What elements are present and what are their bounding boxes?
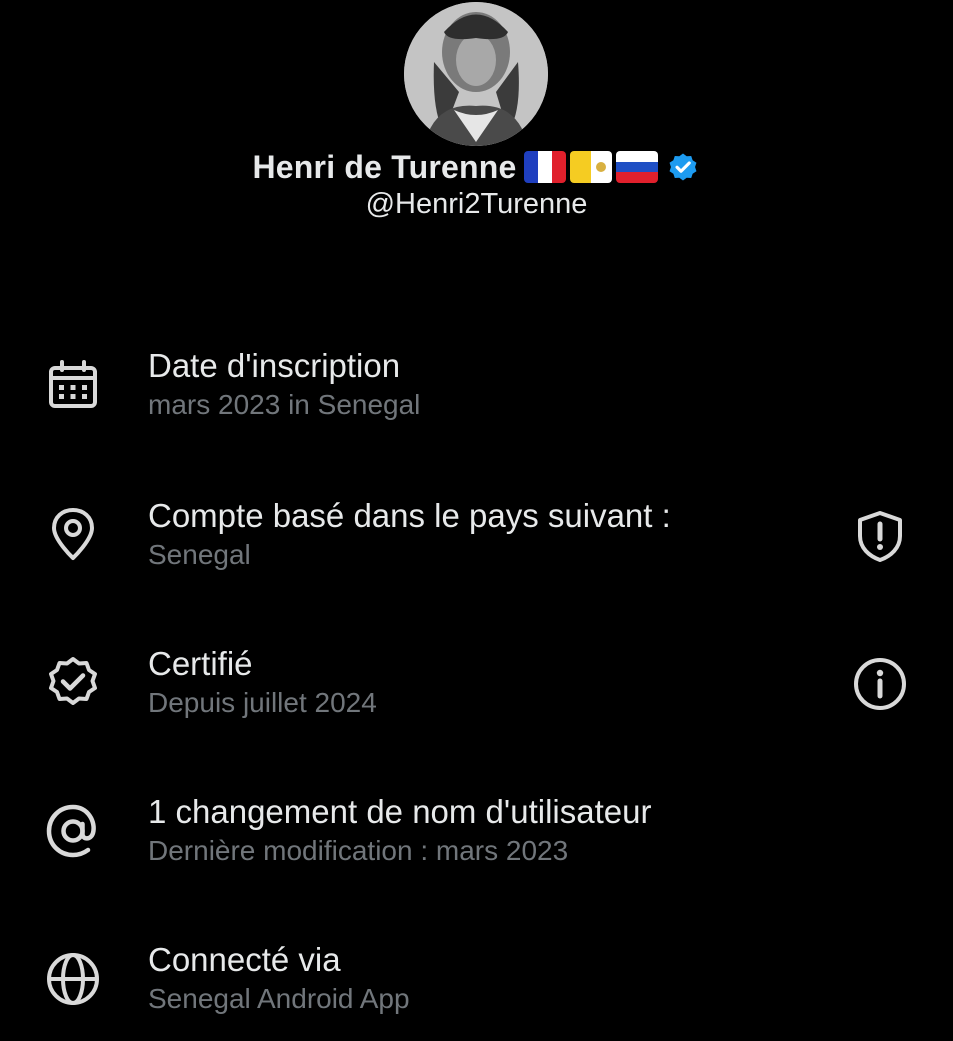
about-item-subtitle: Dernière modification : mars 2023 (148, 835, 569, 866)
verified-badge-icon[interactable] (666, 150, 700, 184)
about-item-title: Date d'inscription (148, 347, 401, 384)
profile-avatar[interactable] (404, 2, 548, 146)
profile-handle: @Henri2Turenne (365, 188, 588, 220)
about-item-username-changes: 1 changement de nom d'utilisateur Derniè… (0, 792, 953, 892)
about-item-connected-via: Connecté via Senegal Android App (0, 940, 953, 1040)
display-name: Henri de Turenne (252, 148, 517, 185)
about-item-title: Compte basé dans le pays suivant : (148, 497, 671, 534)
about-item-joined: Date d'inscription mars 2023 in Senegal (0, 346, 953, 446)
about-item-title: 1 changement de nom d'utilisateur (148, 793, 652, 830)
about-item-verified: Certifié Depuis juillet 2024 (0, 644, 953, 744)
portrait-image (404, 2, 548, 146)
verified-badge-outline-icon (44, 654, 102, 712)
about-item-subtitle: Senegal (148, 539, 251, 570)
about-item-subtitle: Senegal Android App (148, 983, 410, 1014)
location-pin-icon (44, 506, 102, 564)
at-sign-icon (44, 802, 102, 860)
info-icon[interactable] (852, 656, 908, 712)
shield-alert-icon[interactable] (852, 508, 908, 564)
about-item-title: Certifié (148, 645, 253, 682)
globe-icon (44, 950, 102, 1008)
about-item-title: Connecté via (148, 941, 341, 978)
france-flag-icon (524, 151, 567, 183)
russia-flag-icon (616, 151, 659, 183)
profile-name-row: Henri de Turenne (0, 146, 953, 188)
about-item-account-country: Compte basé dans le pays suivant : Seneg… (0, 496, 953, 596)
vatican-flag-icon (570, 151, 613, 183)
about-item-subtitle: Depuis juillet 2024 (148, 687, 377, 718)
calendar-icon (44, 356, 102, 414)
about-item-subtitle: mars 2023 in Senegal (148, 389, 421, 420)
